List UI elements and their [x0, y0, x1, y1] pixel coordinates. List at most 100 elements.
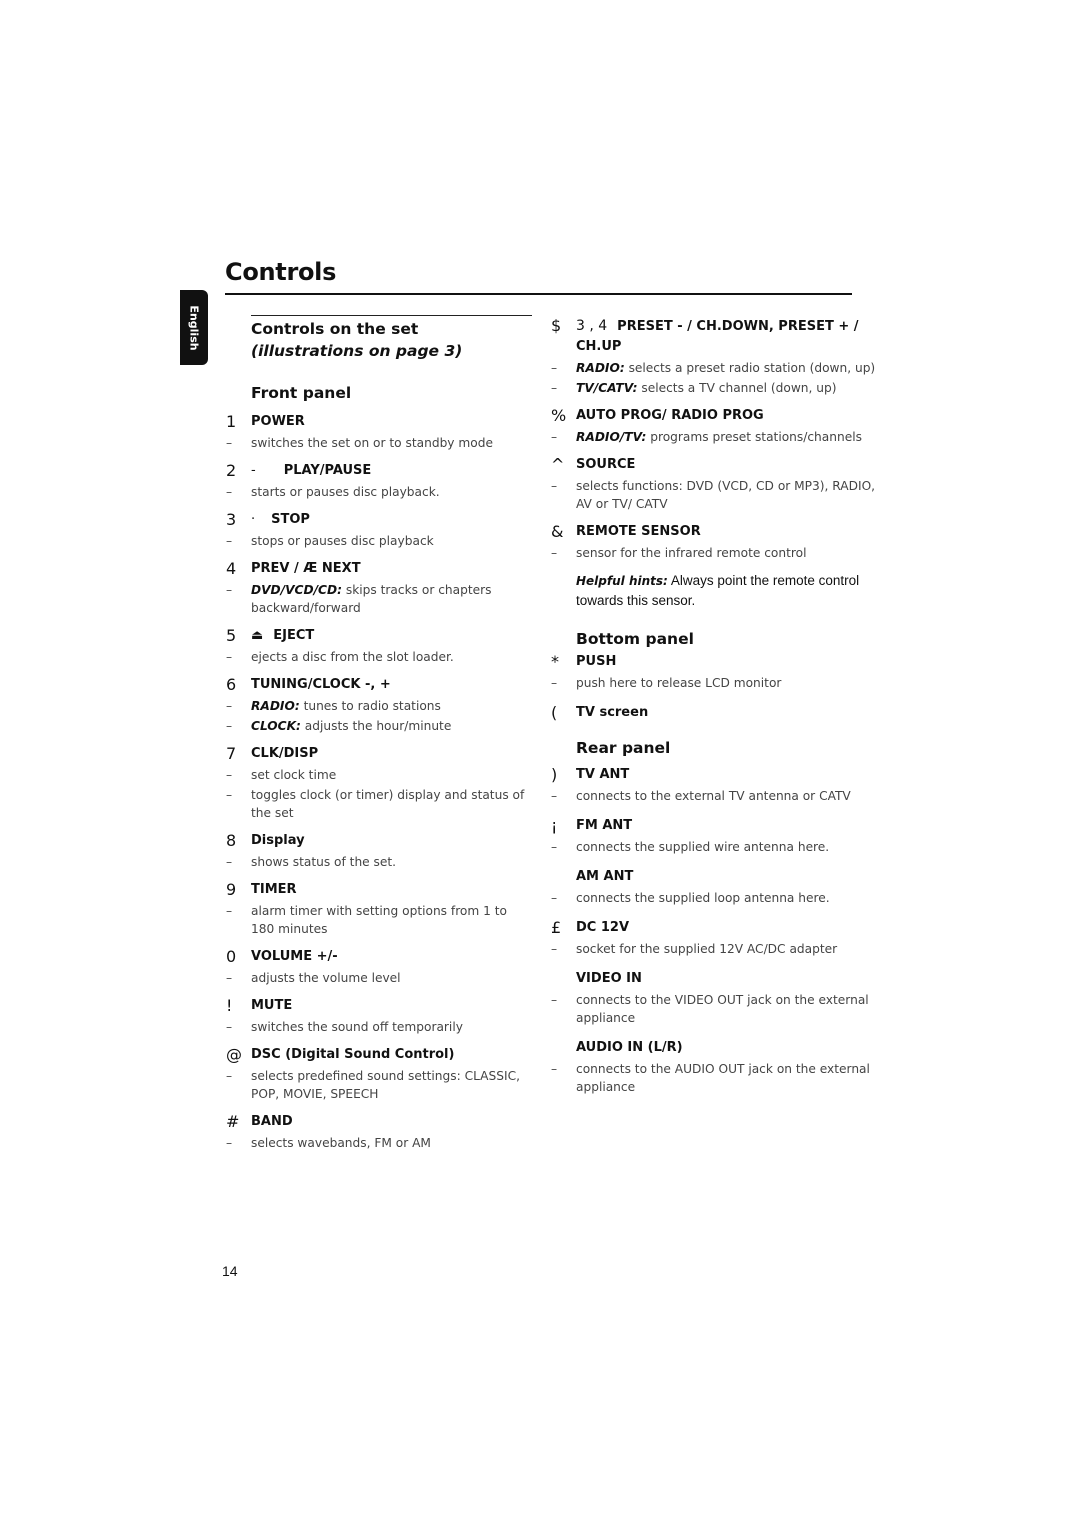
control-description: – selects wavebands, FM or AM — [226, 1134, 526, 1152]
bottom-panel-list: * PUSH – push here to release LCD monitor (T… — [551, 652, 876, 723]
control-description: – starts or pauses disc playback. — [226, 483, 526, 501]
front-panel-list-continued: $3 , 4 PRESET - / CH.DOWN, PRESET + / CH.… — [551, 316, 876, 562]
control-item-number: 7 — [226, 744, 237, 763]
control-item-heading: 1 POWER — [226, 412, 526, 432]
control-item-label: TUNING/CLOCK -, + — [251, 677, 391, 692]
control-item-number: 4 — [226, 559, 237, 578]
dash-bullet: – — [551, 891, 558, 905]
control-item-label: STOP — [271, 512, 310, 527]
control-description: – selects functions: DVD (VCD, CD or MP3)… — [551, 477, 876, 513]
control-item-heading: 0 VOLUME +/- — [226, 947, 526, 967]
control-description: – connects the supplied loop antenna here… — [551, 889, 876, 907]
control-item-label: DC 12V — [576, 920, 630, 935]
control-item-number: 8 — [226, 831, 237, 850]
left-column: Controls on the set (illustrations on pa… — [226, 318, 526, 1161]
control-description: – RADIO: selects a preset radio station (… — [551, 359, 876, 377]
control-symbol-icon: - — [251, 463, 256, 478]
control-symbol-icon: · — [251, 512, 256, 527]
dash-bullet: – — [226, 855, 233, 869]
control-item-heading: 2- PLAY/PAUSE — [226, 461, 526, 481]
control-item-label: Display — [251, 833, 305, 848]
control-item: * PUSH – push here to release LCD monitor — [551, 652, 876, 692]
control-item-label: VOLUME +/- — [251, 949, 338, 964]
dash-bullet: – — [551, 479, 558, 493]
control-item-heading: AM ANT — [576, 867, 876, 887]
control-item: 7 CLK/DISP – set clock time – toggles clock (… — [226, 744, 526, 822]
dash-bullet: – — [226, 699, 233, 713]
section-rule — [251, 315, 532, 316]
description-text: selects predefined sound settings: CLASS… — [251, 1069, 520, 1101]
control-item-heading: 4 PREV / Æ NEXT — [226, 559, 526, 579]
control-item: 9 TIMER – alarm timer with setting options… — [226, 880, 526, 938]
control-description: – RADIO: tunes to radio stations — [226, 697, 526, 715]
control-item-label: MUTE — [251, 998, 293, 1013]
control-item-label: TV ANT — [576, 767, 630, 782]
control-item-number: ^ — [551, 455, 565, 474]
control-item-number: $ — [551, 316, 562, 335]
description-text: adjusts the volume level — [251, 971, 401, 985]
control-description: – push here to release LCD monitor — [551, 674, 876, 692]
dash-bullet: – — [226, 534, 233, 548]
control-item-number: & — [551, 522, 564, 541]
dash-bullet: – — [551, 361, 558, 375]
control-item-heading: AUDIO IN (L/R) — [576, 1038, 876, 1058]
control-item-number: 3 — [226, 510, 237, 529]
control-description: – connects to the AUDIO OUT jack on the e… — [551, 1060, 876, 1096]
control-item-heading: VIDEO IN — [576, 969, 876, 989]
dash-bullet: – — [226, 583, 233, 597]
control-description: – stops or pauses disc playback — [226, 532, 526, 550]
control-description: – sensor for the infrared remote control — [551, 544, 876, 562]
control-item: ^ SOURCE – selects functions: DVD (VCD, CD … — [551, 455, 876, 513]
dash-bullet: – — [551, 546, 558, 560]
control-item-heading: % AUTO PROG/ RADIO PROG — [551, 406, 876, 426]
control-item-label: PLAY/PAUSE — [283, 463, 372, 478]
control-item-heading: 3 · STOP — [226, 510, 526, 530]
control-item-label: POWER — [251, 414, 305, 429]
description-text: programs preset stations/channels — [646, 430, 862, 444]
control-item-number: 9 — [226, 880, 237, 899]
dash-bullet: – — [226, 436, 233, 450]
page-title: Controls — [225, 258, 337, 286]
control-item-label: BAND — [251, 1114, 293, 1129]
control-item-number: 2 — [226, 461, 237, 480]
control-description: – shows status of the set. — [226, 853, 526, 871]
description-text: tunes to radio stations — [299, 699, 441, 713]
control-item-heading: 8 Display — [226, 831, 526, 851]
control-description: – toggles clock (or timer) display and st… — [226, 786, 526, 822]
section-heading-front-panel: Front panel — [251, 384, 352, 402]
control-item: $3 , 4 PRESET - / CH.DOWN, PRESET + / CH.… — [551, 316, 876, 397]
control-description: – adjusts the volume level — [226, 969, 526, 987]
description-text: socket for the supplied 12V AC/DC adapte… — [576, 942, 838, 956]
description-text: alarm timer with setting options from 1 … — [251, 904, 508, 936]
control-item-number: £ — [551, 918, 562, 937]
control-item: ¡ FM ANT – connects the supplied wire anten… — [551, 816, 876, 856]
description-text: stops or pauses disc playback — [251, 534, 434, 548]
description-text: connects the supplied wire antenna here. — [576, 840, 830, 854]
control-description: – connects the supplied wire antenna here… — [551, 838, 876, 856]
control-item: AUDIO IN (L/R) – connects to the AUDIO OUT… — [551, 1038, 876, 1096]
description-text: connects to the AUDIO OUT jack on the ex… — [576, 1062, 870, 1094]
control-description: – selects predefined sound settings: CLAS… — [226, 1067, 526, 1103]
dash-bullet: – — [226, 1020, 233, 1034]
control-description: – alarm timer with setting options from … — [226, 902, 526, 938]
helpful-hint: Helpful hints: Always point the remote c… — [551, 571, 876, 611]
section-heading-controls-on-set: Controls on the set (illustrations on pa… — [251, 318, 526, 362]
description-mode-label: RADIO: — [576, 361, 625, 375]
dash-bullet: – — [551, 789, 558, 803]
heading-main: Controls on the set — [251, 320, 419, 338]
control-item-number: 5 — [226, 626, 237, 645]
description-text: set clock time — [251, 768, 337, 782]
control-item-label: PUSH — [576, 654, 617, 669]
description-text: sensor for the infrared remote control — [576, 546, 807, 560]
control-item-number: ! — [226, 996, 233, 1015]
control-item-label: SOURCE — [576, 457, 636, 472]
description-text: shows status of the set. — [251, 855, 397, 869]
heading-italic: (illustrations on page 3) — [251, 342, 463, 360]
page-number: 14 — [222, 1263, 238, 1279]
control-item: VIDEO IN – connects to the VIDEO OUT jack … — [551, 969, 876, 1027]
control-description: – socket for the supplied 12V AC/DC adapt… — [551, 940, 876, 958]
description-text: toggles clock (or timer) display and sta… — [251, 788, 525, 820]
section-heading-rear-panel: Rear panel — [576, 739, 671, 757]
dash-bullet: – — [551, 993, 558, 1007]
control-description: – TV/CATV: selects a TV channel (down, up… — [551, 379, 876, 397]
